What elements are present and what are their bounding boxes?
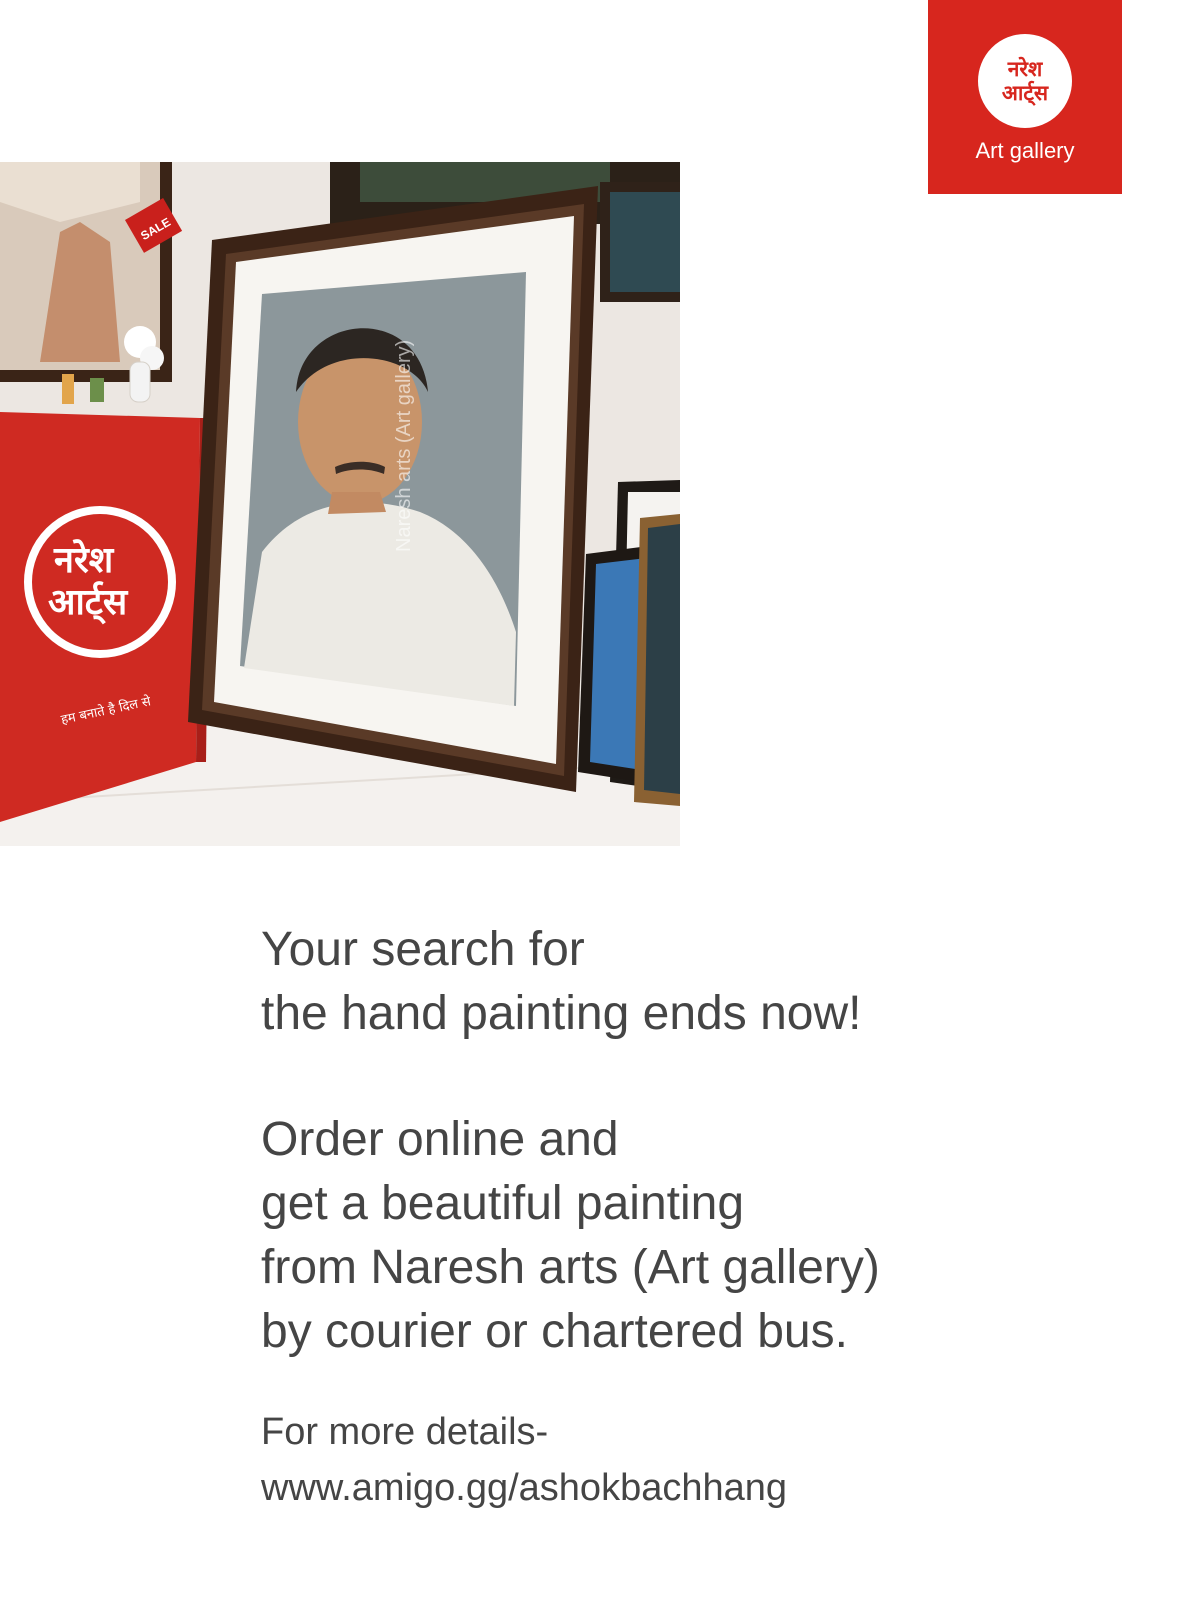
brand-logo-line2: आर्ट्स xyxy=(1001,81,1049,105)
banner-logo-line1: नरेश xyxy=(53,539,115,581)
body-line2: get a beautiful painting xyxy=(261,1177,745,1230)
body-line3: from Naresh arts (Art gallery) xyxy=(261,1241,880,1294)
brand-logo-line1: नरेश xyxy=(1007,57,1043,81)
promo-copy: Your search for the hand painting ends n… xyxy=(261,918,1161,1364)
red-banner: नरेश आर्ट्स हम बनाते है दिल से xyxy=(0,412,210,822)
details-url[interactable]: www.amigo.gg/ashokbachhang xyxy=(261,1460,787,1516)
body-text: Order online and get a beautiful paintin… xyxy=(261,1108,1161,1364)
headline-line2: the hand painting ends now! xyxy=(261,987,862,1040)
body-line1: Order online and xyxy=(261,1113,619,1166)
gallery-photo: SALE नरेश आर्ट्स हम बनाते है दिल से Nare… xyxy=(0,162,680,846)
banner-logo-line2: आर्ट्स xyxy=(48,581,129,624)
details-block: For more details- www.amigo.gg/ashokbach… xyxy=(261,1404,787,1516)
headline-line1: Your search for xyxy=(261,923,585,976)
brand-caption: Art gallery xyxy=(975,138,1075,163)
brand-logo-box: नरेश आर्ट्स Art gallery xyxy=(928,0,1122,194)
headline: Your search for the hand painting ends n… xyxy=(261,918,1161,1046)
portrait-frame: Naresh arts (Art gallery) xyxy=(188,186,598,792)
details-label: For more details- xyxy=(261,1411,549,1453)
brand-logo-mark: नरेश आर्ट्स xyxy=(978,34,1072,128)
portrait-watermark: Naresh arts (Art gallery) xyxy=(393,340,415,552)
body-line4: by courier or chartered bus. xyxy=(261,1305,848,1358)
